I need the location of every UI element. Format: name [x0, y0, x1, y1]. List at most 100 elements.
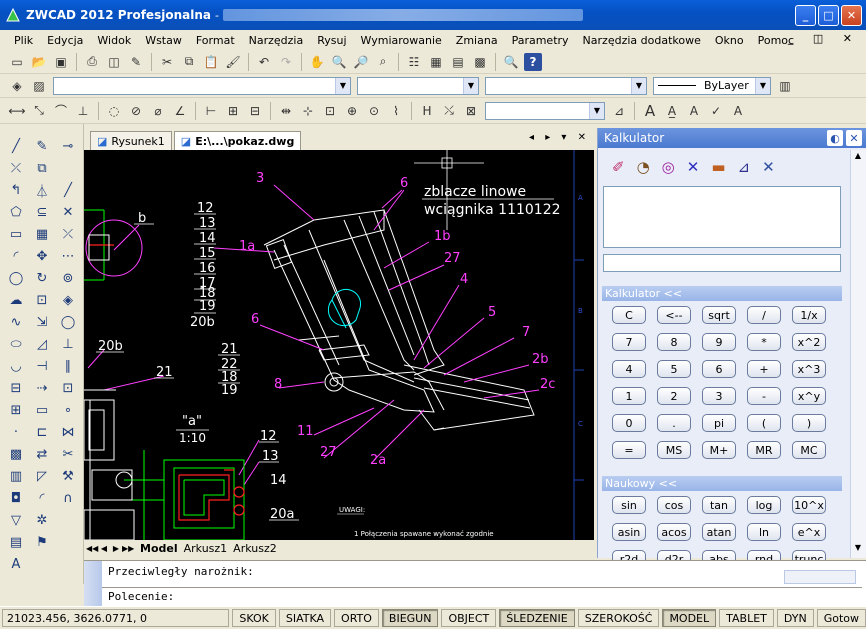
- wipeout-icon[interactable]: ▽: [6, 510, 26, 530]
- calc-key-ex[interactable]: e^x: [792, 523, 826, 541]
- dimension-style-combo[interactable]: ▼: [485, 101, 605, 120]
- copy-object-icon[interactable]: ⧉: [32, 158, 52, 178]
- parallel-snap-icon[interactable]: ∥: [58, 356, 78, 376]
- angle-icon[interactable]: ▬: [711, 158, 725, 176]
- calc-key-1[interactable]: 1: [612, 387, 646, 405]
- calc-key-open-paren[interactable]: (: [747, 414, 781, 432]
- properties-icon[interactable]: ☷: [405, 53, 423, 71]
- chevron-down-icon[interactable]: ▼: [335, 77, 350, 94]
- join-icon[interactable]: ⇄: [32, 444, 52, 464]
- calc-key-power[interactable]: x^y: [792, 387, 826, 405]
- break-icon[interactable]: ▭: [32, 400, 52, 420]
- lengthen-icon[interactable]: ◿: [32, 334, 52, 354]
- trim-icon[interactable]: ⊣: [32, 356, 52, 376]
- angular-dimension-icon[interactable]: ∠: [171, 102, 189, 120]
- publish-icon[interactable]: ✎: [127, 53, 145, 71]
- calc-key-6[interactable]: 6: [702, 360, 736, 378]
- pan-icon[interactable]: ✋: [308, 53, 326, 71]
- tab-pokaz-dwg[interactable]: ◪ E:\...\pokaz.dwg: [173, 131, 302, 150]
- menu-narzedzia-dodatkowe[interactable]: Narzędzia dodatkowe: [583, 34, 701, 47]
- array-icon[interactable]: ▦: [32, 224, 52, 244]
- perpendicular-snap-icon[interactable]: ⊥: [58, 334, 78, 354]
- erase-icon[interactable]: ✎: [32, 136, 52, 156]
- multiline-text-icon[interactable]: A: [641, 102, 659, 120]
- prev-layout-icon[interactable]: ◀: [98, 544, 110, 553]
- endpoint-snap-icon[interactable]: ⊸: [58, 136, 78, 156]
- menu-parametry[interactable]: Parametry: [512, 34, 569, 47]
- calc-key-memory-recall[interactable]: MR: [747, 441, 781, 459]
- tab-model[interactable]: Model: [140, 542, 178, 555]
- calc-key-minus[interactable]: -: [747, 387, 781, 405]
- scale-icon[interactable]: ⊡: [32, 290, 52, 310]
- ellipse-icon[interactable]: ⬭: [6, 334, 26, 354]
- calc-key-cube[interactable]: x^3: [792, 360, 826, 378]
- menu-zmiana[interactable]: Zmiana: [456, 34, 498, 47]
- extend-icon[interactable]: ⇢: [32, 378, 52, 398]
- chevron-down-icon[interactable]: ▼: [631, 77, 646, 94]
- stretch-icon[interactable]: ⇲: [32, 312, 52, 332]
- calc-key-4[interactable]: 4: [612, 360, 646, 378]
- ellipse-arc-icon[interactable]: ◡: [6, 356, 26, 376]
- explode-icon[interactable]: ✲: [32, 510, 52, 530]
- calc-key-pi[interactable]: pi: [702, 414, 736, 432]
- diameter-dimension-icon[interactable]: ⌀: [149, 102, 167, 120]
- calc-key-acos[interactable]: acos: [657, 523, 691, 541]
- calc-key-atan[interactable]: atan: [702, 523, 736, 541]
- dimstyle-manager-icon[interactable]: ⊿: [610, 102, 628, 120]
- linear-dimension-icon[interactable]: ⟷: [8, 102, 26, 120]
- text-style-icon[interactable]: A: [685, 102, 703, 120]
- menu-edycja[interactable]: Edycja: [47, 34, 83, 47]
- calc-key-square[interactable]: x^2: [792, 333, 826, 351]
- calc-key-sqrt[interactable]: sqrt: [702, 306, 736, 324]
- make-block-icon[interactable]: ⊞: [6, 400, 26, 420]
- calc-key-log[interactable]: log: [747, 496, 781, 514]
- status-polar[interactable]: BIEGUN: [381, 609, 439, 627]
- status-ortho[interactable]: ORTO: [334, 609, 379, 627]
- help-icon[interactable]: ?: [524, 52, 542, 71]
- layer-manager-icon[interactable]: ◈: [8, 77, 26, 95]
- status-grid[interactable]: SIATKA: [278, 609, 332, 627]
- menu-widok[interactable]: Widok: [97, 34, 131, 47]
- calc-key-memory-add[interactable]: M+: [702, 441, 736, 459]
- match-properties-icon[interactable]: 🖌: [224, 53, 242, 71]
- text-scale-icon[interactable]: A: [729, 102, 747, 120]
- redo-icon[interactable]: ↷: [277, 53, 295, 71]
- auto-hide-icon[interactable]: ◐: [827, 130, 843, 146]
- calc-key-asin[interactable]: asin: [612, 523, 646, 541]
- nearest-snap-icon[interactable]: ⋈: [58, 422, 78, 442]
- center-snap-icon[interactable]: ⊚: [58, 268, 78, 288]
- spell-check-icon[interactable]: ✓: [707, 102, 725, 120]
- region-icon[interactable]: ◘: [6, 488, 26, 508]
- tool-palettes-icon[interactable]: ▤: [449, 53, 467, 71]
- tab-navigation-controls[interactable]: ◂ ▸ ▾ ✕: [529, 132, 590, 143]
- linetype-combo[interactable]: ▼: [485, 76, 647, 95]
- tab-rysunek1[interactable]: ◪ Rysunek1: [90, 131, 172, 150]
- polygon-icon[interactable]: ⬠: [6, 202, 26, 222]
- ordinate-dimension-icon[interactable]: ⊥: [74, 102, 92, 120]
- rectangle-icon[interactable]: ▭: [6, 224, 26, 244]
- table-icon[interactable]: ▤: [6, 532, 26, 552]
- radius-dimension-icon[interactable]: ◌: [105, 102, 123, 120]
- calc-key-backspace[interactable]: <--: [657, 306, 691, 324]
- clear-icon[interactable]: ✐: [612, 158, 625, 176]
- polyline-icon[interactable]: ↰: [6, 180, 26, 200]
- circle-icon[interactable]: ◯: [6, 268, 26, 288]
- menu-rysuj[interactable]: Rysuj: [317, 34, 346, 47]
- spline-icon[interactable]: ∿: [6, 312, 26, 332]
- calc-key-divide[interactable]: /: [747, 306, 781, 324]
- calc-key-equals[interactable]: =: [612, 441, 646, 459]
- move-icon[interactable]: ✥: [32, 246, 52, 266]
- get-coordinates-icon[interactable]: ◎: [662, 158, 675, 176]
- line-tool-icon[interactable]: ╱: [6, 136, 26, 156]
- fillet-icon[interactable]: ◜: [32, 488, 52, 508]
- calc-key-sin[interactable]: sin: [612, 496, 646, 514]
- next-layout-icon[interactable]: ▶: [110, 544, 122, 553]
- calc-key-reciprocal[interactable]: 1/x: [792, 306, 826, 324]
- single-line-text-icon[interactable]: A̲: [663, 102, 681, 120]
- calc-key-5[interactable]: 5: [657, 360, 691, 378]
- calculator-scrollbar[interactable]: ▲ ▼: [850, 150, 866, 558]
- command-line-grip[interactable]: [84, 561, 102, 607]
- status-model[interactable]: MODEL: [662, 609, 717, 627]
- apparent-intersection-icon[interactable]: ⤫: [58, 224, 78, 244]
- chevron-down-icon[interactable]: ▼: [463, 77, 478, 94]
